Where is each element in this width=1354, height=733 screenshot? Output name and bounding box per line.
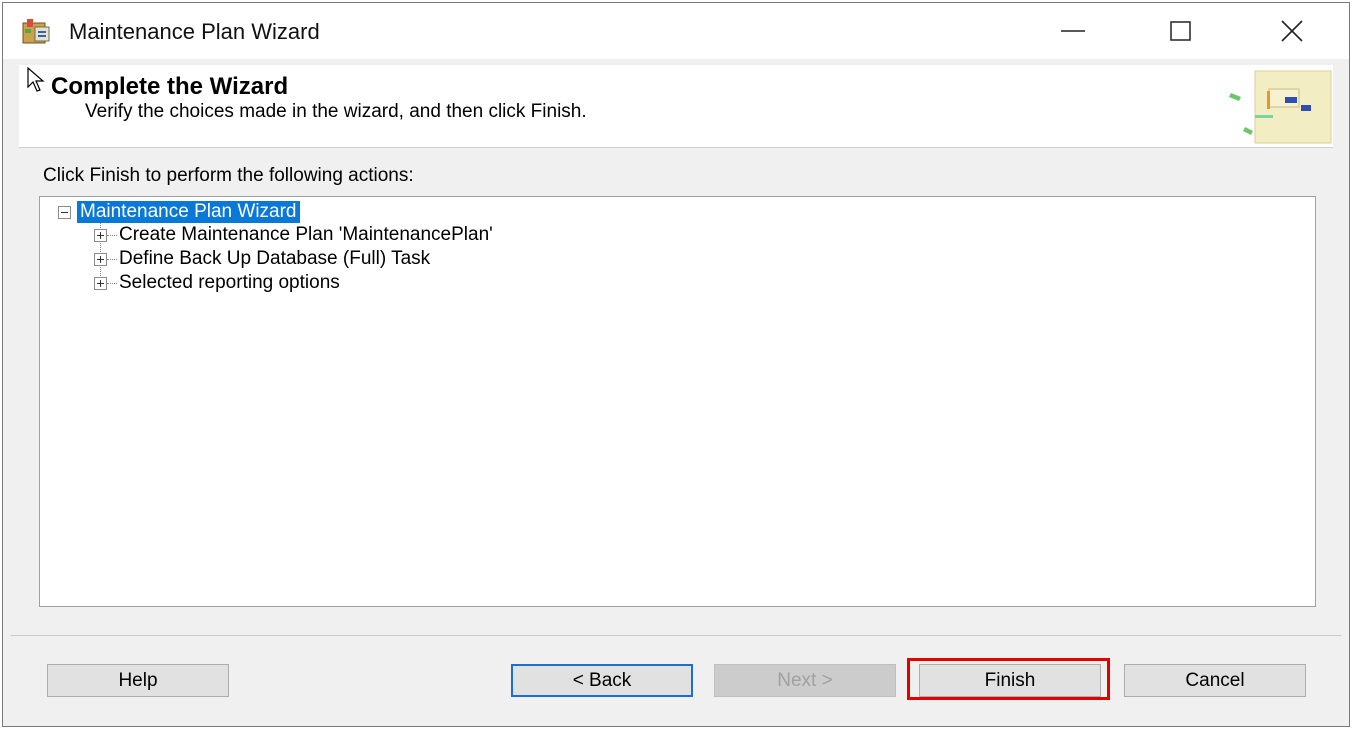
maximize-icon (1170, 21, 1191, 41)
window-title: Maintenance Plan Wizard (69, 19, 320, 44)
tree-root-label[interactable]: Maintenance Plan Wizard (77, 201, 300, 223)
expand-icon[interactable] (94, 276, 107, 290)
tree-item-label[interactable]: Create Maintenance Plan 'MaintenancePlan… (119, 224, 493, 246)
cancel-button[interactable]: Cancel (1124, 664, 1306, 697)
expand-icon[interactable] (94, 228, 107, 242)
footer-separator (11, 635, 1341, 636)
app-icon (21, 17, 55, 47)
expand-icon[interactable] (94, 252, 107, 266)
minimize-icon (1061, 30, 1085, 32)
wizard-header: Complete the Wizard Verify the choices m… (19, 65, 1333, 148)
title-bar: Maintenance Plan Wizard (3, 3, 1349, 59)
tree-item-label[interactable]: Define Back Up Database (Full) Task (119, 248, 430, 270)
page-subtitle: Verify the choices made in the wizard, a… (85, 101, 587, 122)
page-title: Complete the Wizard (51, 73, 289, 100)
tree-connector (107, 282, 117, 284)
tree-root[interactable]: Maintenance Plan Wizard (58, 200, 300, 224)
tree-item[interactable]: Create Maintenance Plan 'MaintenancePlan… (94, 223, 493, 247)
close-icon (1281, 20, 1303, 42)
tree-item[interactable]: Define Back Up Database (Full) Task (94, 247, 430, 271)
next-button[interactable]: Next > (714, 664, 896, 697)
actions-tree[interactable]: Maintenance Plan Wizard Create Maintenan… (39, 196, 1316, 607)
tree-connector (107, 258, 117, 260)
minimize-button[interactable] (1038, 3, 1108, 59)
maximize-button[interactable] (1146, 3, 1216, 59)
wizard-header-art (1225, 67, 1333, 145)
finish-button[interactable]: Finish (919, 664, 1101, 697)
help-button[interactable]: Help (47, 664, 229, 697)
collapse-icon[interactable] (58, 205, 71, 219)
back-button[interactable]: < Back (511, 664, 693, 697)
cursor-icon (27, 66, 49, 98)
instructions-label: Click Finish to perform the following ac… (43, 165, 414, 186)
wizard-window: Maintenance Plan Wizard Complete the Wiz… (2, 2, 1350, 727)
tree-item[interactable]: Selected reporting options (94, 271, 340, 295)
tree-item-label[interactable]: Selected reporting options (119, 272, 340, 294)
tree-connector (107, 234, 117, 236)
close-button[interactable] (1257, 3, 1327, 59)
